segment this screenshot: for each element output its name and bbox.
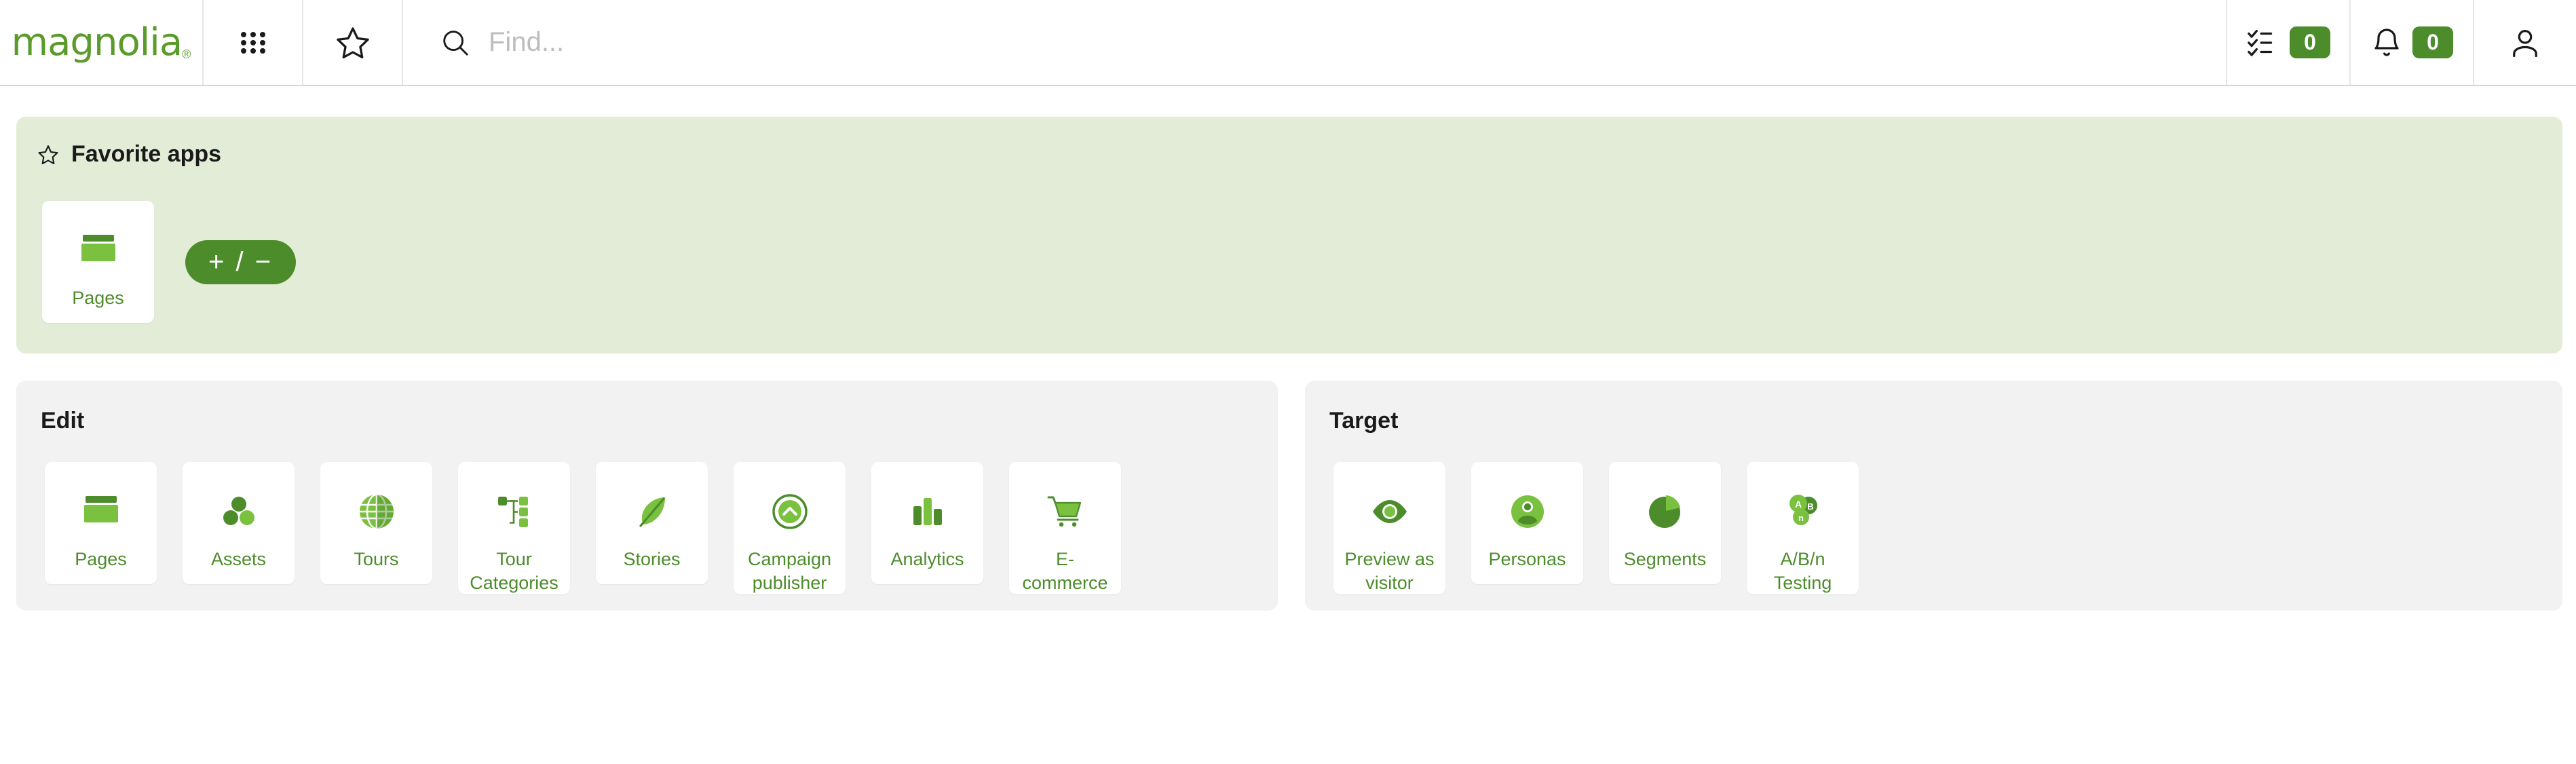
app-header: magnolia ® Find... 0 0 (0, 0, 2576, 86)
tasks-checklist-icon (2246, 26, 2280, 60)
leaf-feather-icon (631, 491, 673, 533)
app-tile-tour-categories[interactable]: Tour Categories (458, 462, 570, 595)
magnolia-logo[interactable]: magnolia ® (0, 0, 204, 85)
circle-chevron-up-icon (769, 491, 811, 533)
favorites-button[interactable] (303, 0, 403, 85)
edit-favorites-button[interactable]: + / − (185, 240, 297, 284)
app-tile-abn-testing[interactable]: A B n A/B/n Testing (1747, 462, 1859, 595)
registered-trademark-icon: ® (182, 47, 191, 61)
eye-icon (1369, 491, 1411, 533)
apps-launcher-button[interactable] (204, 0, 303, 85)
globe-icon (356, 491, 398, 533)
app-tile-label: A/B/n Testing (1773, 549, 1832, 593)
app-tile-label: Stories (623, 549, 681, 569)
pie-chart-icon (1644, 491, 1686, 533)
favorite-apps-title-text: Favorite apps (71, 141, 222, 167)
app-tile-personas[interactable]: Personas (1471, 462, 1583, 584)
shopping-cart-icon (1044, 491, 1086, 533)
person-circle-icon (1507, 491, 1549, 533)
notifications-button[interactable]: 0 (2351, 0, 2474, 85)
favorite-app-label: Pages (72, 288, 124, 308)
pages-icon (77, 229, 119, 271)
svg-text:n: n (1798, 513, 1804, 523)
favorite-apps-panel (16, 117, 2562, 354)
app-tile-label: Campaign publisher (747, 549, 832, 593)
tasks-button[interactable]: 0 (2227, 0, 2351, 85)
star-icon (334, 24, 372, 62)
target-section-title: Target (1329, 408, 1399, 434)
app-tile-label: E-commerce (1022, 549, 1108, 593)
logo-wordmark: magnolia (11, 20, 183, 64)
tree-hierarchy-icon (493, 491, 535, 533)
search-input[interactable] (489, 27, 2096, 58)
assets-circles-icon (218, 491, 260, 533)
star-icon (37, 143, 60, 166)
notifications-badge: 0 (2412, 26, 2453, 59)
tasks-badge: 0 (2290, 26, 2330, 59)
app-tile-ecommerce[interactable]: E-commerce (1009, 462, 1121, 595)
app-tile-label: Preview as visitor (1344, 549, 1435, 593)
search-bar[interactable] (403, 0, 2227, 85)
svg-text:A: A (1794, 499, 1801, 510)
bar-chart-icon (907, 491, 949, 533)
edit-app-tiles: Pages Assets Tours Tour Categories Stori… (45, 462, 1121, 595)
edit-section-title: Edit (41, 408, 85, 434)
apps-grid-icon (237, 26, 269, 59)
app-tile-label: Analytics (890, 549, 964, 569)
app-tile-label: Assets (210, 549, 267, 569)
app-tile-stories[interactable]: Stories (596, 462, 708, 584)
bell-icon (2370, 26, 2403, 59)
abn-circles-icon: A B n (1782, 491, 1824, 533)
user-avatar-icon (2507, 25, 2543, 60)
app-tile-label: Tour Categories (470, 549, 558, 593)
user-menu-button[interactable] (2474, 0, 2576, 85)
target-app-tiles: Preview as visitor Personas Segments A B… (1333, 462, 1859, 595)
app-tile-analytics[interactable]: Analytics (871, 462, 983, 584)
app-tile-tours[interactable]: Tours (320, 462, 432, 584)
app-tile-label: Tours (354, 549, 399, 569)
search-icon (440, 27, 471, 58)
app-tile-pages[interactable]: Pages (45, 462, 157, 584)
app-tile-label: Segments (1623, 549, 1707, 569)
app-tile-label: Personas (1488, 549, 1566, 569)
app-tile-assets[interactable]: Assets (183, 462, 295, 584)
pages-icon (80, 491, 122, 533)
favorite-apps-row: Pages + / − (42, 201, 297, 323)
favorite-app-tile-pages[interactable]: Pages (42, 201, 154, 323)
svg-text:B: B (1807, 501, 1813, 512)
app-tile-label: Pages (75, 549, 127, 569)
app-tile-preview-as-visitor[interactable]: Preview as visitor (1333, 462, 1445, 595)
app-tile-segments[interactable]: Segments (1609, 462, 1721, 584)
app-tile-campaign-publisher[interactable]: Campaign publisher (734, 462, 846, 595)
favorite-apps-title: Favorite apps (37, 141, 221, 168)
